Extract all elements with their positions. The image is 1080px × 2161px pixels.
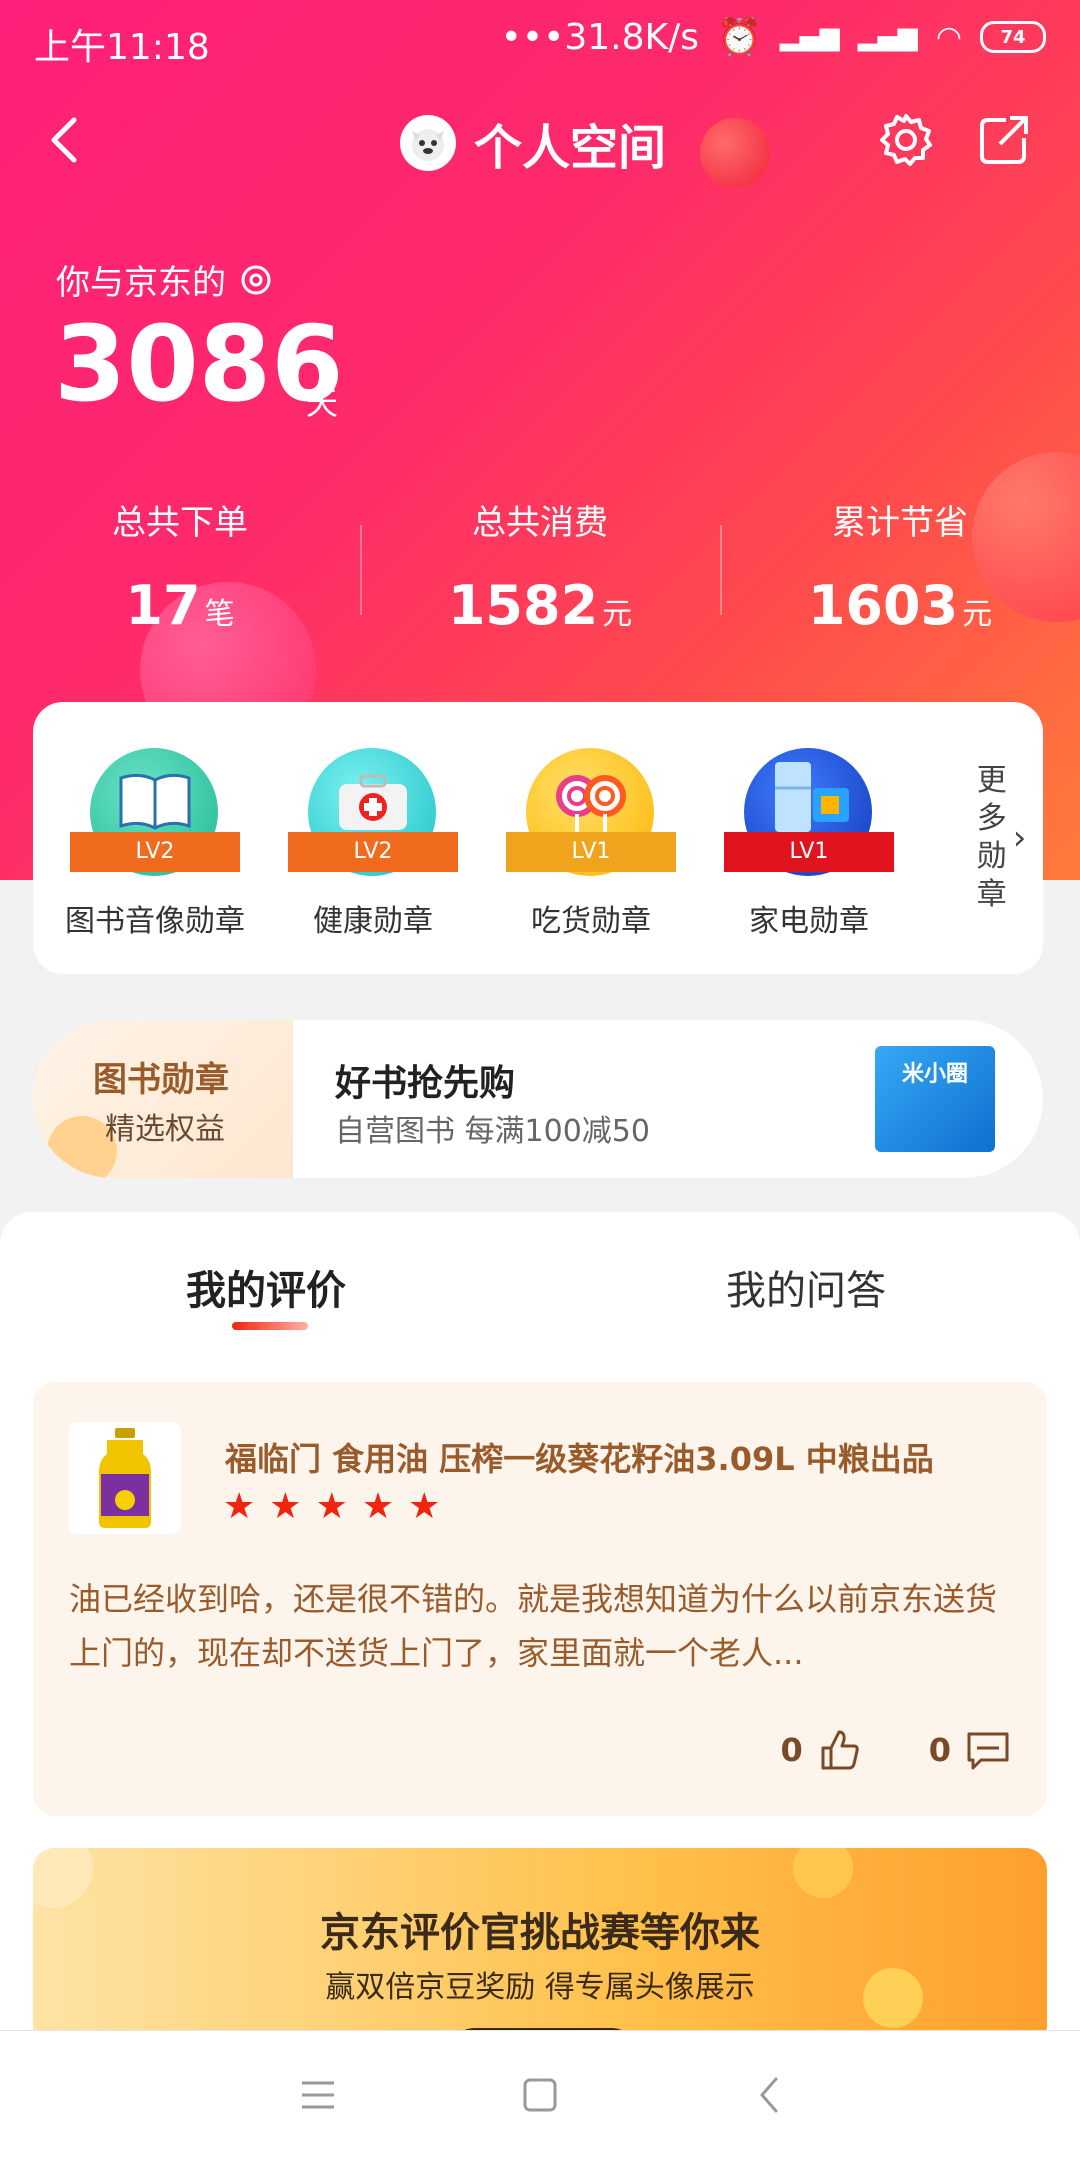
book-cover-title: 米小圈	[901, 1062, 968, 1087]
medal-level: LV2	[288, 832, 458, 872]
stat-value: 17	[125, 574, 201, 637]
appliance-icon: LV1	[719, 748, 899, 888]
share-button[interactable]	[976, 112, 1032, 168]
days-label-text: 你与京东的	[56, 263, 226, 303]
signal-icon: ▂▄▆	[857, 22, 918, 52]
medal-level: LV1	[724, 832, 894, 872]
product-name[interactable]: 福临门 食用油 压榨一级葵花籽油3.09L 中粮出品	[225, 1434, 934, 1480]
status-bar: 上午11:18 •••31.8K/s ⏰ ▂▄▆ ▂▄▆ ◠ 74	[0, 0, 1080, 80]
stat-spending[interactable]: 总共消费 1582 元	[360, 495, 720, 637]
banner-tag: 图书勋章 精选权益	[33, 1020, 293, 1178]
stat-unit: 元	[962, 597, 993, 632]
decor-coin	[793, 1848, 853, 1898]
book-icon: LV2	[65, 748, 245, 888]
promo-subtitle: 赢双倍京豆奖励 得专属头像展示	[325, 1970, 755, 2005]
title-group: 个人空间	[400, 108, 666, 178]
lollipop-icon: LV1	[501, 748, 681, 888]
medal-appliance[interactable]: LV1 家电勋章	[699, 748, 919, 940]
nav-bar: 个人空间	[0, 100, 1080, 180]
gear-icon	[880, 114, 932, 166]
banner-title: 好书抢先购	[335, 1063, 516, 1104]
comment-icon[interactable]	[965, 1728, 1011, 1772]
back-button[interactable]	[44, 112, 94, 168]
more-medals-button[interactable]: 更多勋章 ›	[958, 702, 1043, 974]
signal-icon: ▂▄▆	[779, 22, 840, 52]
battery-indicator: 74	[980, 21, 1046, 53]
medal-books[interactable]: LV2 图书音像勋章	[45, 748, 265, 940]
medal-name: 吃货勋章	[531, 904, 651, 939]
review-card[interactable]: 福临门 食用油 压榨一级葵花籽油3.09L 中粮出品 ★ ★ ★ ★ ★ 油已经…	[33, 1382, 1047, 1816]
stat-value: 1603	[807, 574, 959, 637]
comment-count: 0	[928, 1731, 951, 1769]
share-icon	[980, 116, 1028, 164]
home-button[interactable]	[520, 2075, 560, 2115]
stat-unit: 元	[602, 597, 633, 632]
days-count: 3086	[54, 303, 344, 425]
reviewer-challenge-promo[interactable]: 京东评价官挑战赛等你来 赢双倍京豆奖励 得专属头像展示	[33, 1848, 1047, 2048]
mascot-avatar-icon	[412, 129, 444, 161]
wifi-icon: ◠	[935, 19, 962, 55]
thumbs-up-icon[interactable]	[817, 1728, 861, 1772]
star-icon: ★	[361, 1486, 395, 1527]
tab-my-qa[interactable]: 我的问答	[726, 1258, 886, 1316]
book-medal-banner[interactable]: 图书勋章 精选权益 好书抢先购 自营图书 每满100减50 米小圈	[33, 1020, 1043, 1178]
settings-button[interactable]	[878, 112, 934, 168]
banner-subtitle: 自营图书 每满100减50	[335, 1114, 650, 1149]
content-panel: 我的评价 我的问答 福临门 食用油 压榨一级葵花籽油3.09L 中粮出品 ★ ★…	[0, 1212, 1080, 2160]
banner-tag-title: 图书勋章	[93, 1060, 229, 1100]
review-actions: 0 0	[780, 1728, 1011, 1772]
oil-bottle-icon	[99, 1428, 151, 1528]
stats-row: 总共下单 17 笔 总共消费 1582 元 累计节省 1603 元	[0, 495, 1080, 645]
book-cover-image: 米小圈	[875, 1046, 995, 1152]
medal-level: LV1	[506, 832, 676, 872]
alarm-icon: ⏰	[716, 17, 762, 58]
menu-button[interactable]	[298, 2075, 338, 2115]
medals-card: LV2 图书音像勋章 LV2 健康勋章 LV1 吃货勋章 LV1 家电勋章 更多…	[33, 702, 1043, 974]
promo-title: 京东评价官挑战赛等你来	[320, 1910, 760, 1956]
medal-foodie[interactable]: LV1 吃货勋章	[481, 748, 701, 940]
stat-value: 1582	[447, 574, 599, 637]
status-time: 上午11:18	[34, 27, 210, 68]
page-title: 个人空间	[474, 120, 667, 176]
stat-unit: 笔	[204, 597, 235, 632]
first-aid-kit-icon: LV2	[283, 748, 463, 888]
banner-tag-sub: 精选权益	[105, 1112, 225, 1147]
medal-level: LV2	[70, 832, 240, 872]
menu-icon	[302, 2081, 334, 2109]
clock-icon[interactable]	[238, 262, 274, 298]
star-icon: ★	[223, 1486, 256, 1527]
more-medals-label: 更多勋章	[976, 763, 1007, 912]
stat-label: 总共下单	[112, 503, 248, 543]
like-count: 0	[780, 1731, 803, 1769]
product-image[interactable]	[69, 1422, 181, 1534]
days-label: 你与京东的	[56, 255, 274, 304]
decor-bubble	[33, 1848, 93, 1908]
stat-label: 总共消费	[472, 503, 608, 543]
chevron-left-icon	[760, 2077, 778, 2113]
tab-indicator	[232, 1322, 308, 1330]
stat-savings[interactable]: 累计节省 1603 元	[720, 495, 1080, 637]
chevron-left-icon	[51, 117, 77, 163]
star-icon: ★	[269, 1486, 302, 1527]
system-back-button[interactable]	[750, 2075, 790, 2115]
medal-name: 健康勋章	[313, 904, 433, 939]
system-nav-bar	[0, 2030, 1080, 2161]
star-icon: ★	[315, 1486, 348, 1527]
review-text: 油已经收到哈，还是很不错的。就是我想知道为什么以前京东送货上门的，现在却不送货上…	[69, 1580, 998, 1672]
medal-health[interactable]: LV2 健康勋章	[263, 748, 483, 940]
star-icon: ★	[408, 1486, 441, 1527]
days-unit: 天	[306, 384, 339, 422]
network-speed: •••31.8K/s	[500, 16, 699, 58]
home-square-icon	[523, 2078, 557, 2112]
status-icons: •••31.8K/s ⏰ ▂▄▆ ▂▄▆ ◠ 74	[501, 16, 1046, 58]
stat-orders[interactable]: 总共下单 17 笔	[0, 495, 360, 637]
avatar[interactable]	[400, 115, 456, 171]
chevron-right-icon: ›	[1012, 818, 1027, 858]
medal-name: 家电勋章	[749, 904, 869, 939]
medal-name: 图书音像勋章	[65, 904, 245, 939]
rating-stars: ★ ★ ★ ★ ★	[223, 1486, 440, 1527]
stat-label: 累计节省	[832, 503, 968, 543]
tab-my-reviews[interactable]: 我的评价	[186, 1258, 346, 1316]
